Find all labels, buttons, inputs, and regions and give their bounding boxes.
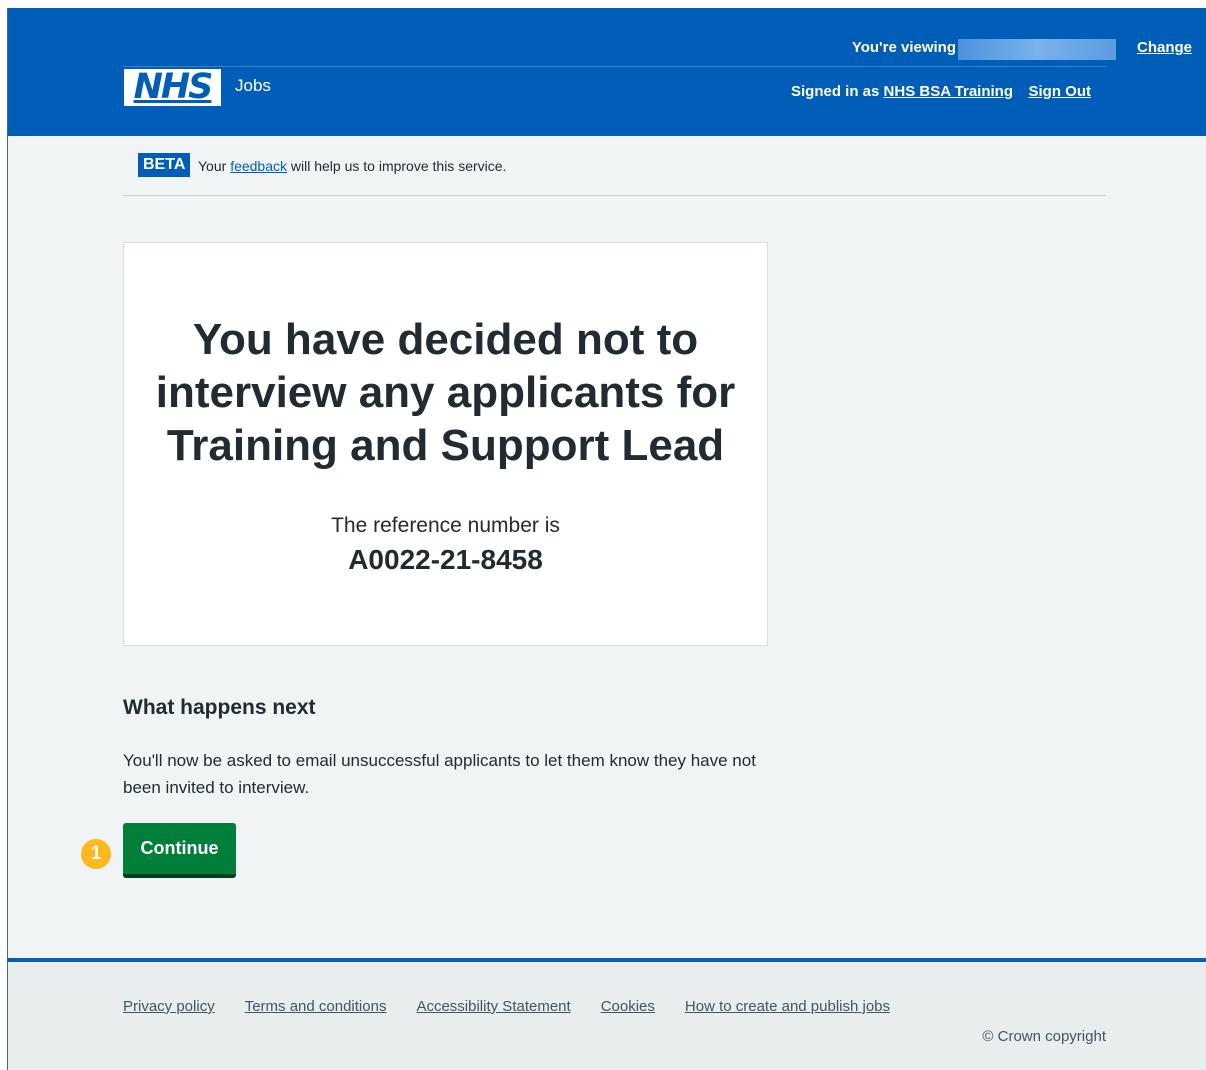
beta-suffix: will help us to improve this service.	[290, 158, 507, 174]
site-header: You're viewing Change NHS Jobs Signed in…	[8, 8, 1206, 136]
next-steps-text: You'll now be asked to email unsuccessfu…	[123, 751, 756, 797]
footer-links: Privacy policy Terms and conditions Acce…	[123, 998, 890, 1015]
nhs-logo[interactable]: NHS	[124, 69, 221, 106]
feedback-link[interactable]: feedback	[230, 158, 287, 174]
copyright-notice: © Crown copyright	[982, 1028, 1106, 1045]
reference-number: A0022-21-8458	[348, 544, 543, 575]
beta-message: Your feedback will help us to improve th…	[198, 158, 506, 174]
next-steps-heading: What happens next	[123, 696, 316, 719]
cookies-link[interactable]: Cookies	[601, 998, 655, 1015]
signed-in-user-link[interactable]: NHS BSA Training	[884, 83, 1013, 100]
terms-link[interactable]: Terms and conditions	[245, 998, 387, 1015]
sign-out-link[interactable]: Sign Out	[1029, 83, 1092, 100]
beta-banner: BETA Your feedback will help us to impro…	[123, 136, 1106, 196]
continue-button[interactable]: Continue	[123, 823, 236, 878]
signed-in-status: Signed in as NHS BSA Training	[791, 83, 1013, 100]
confirmation-panel: You have decided not to interview any ap…	[123, 242, 768, 646]
reference-label: The reference number is	[331, 514, 560, 537]
beta-tag: BETA	[138, 153, 191, 177]
page-title: You have decided not to interview any ap…	[155, 315, 736, 470]
how-to-publish-jobs-link[interactable]: How to create and publish jobs	[685, 998, 890, 1015]
signed-in-prefix: Signed in as	[791, 83, 880, 100]
accessibility-statement-link[interactable]: Accessibility Statement	[416, 998, 570, 1015]
beta-prefix: Your	[198, 158, 227, 174]
service-name: Jobs	[235, 76, 271, 95]
viewing-label: You're viewing	[851, 39, 956, 56]
step-marker-badge: 1	[81, 839, 111, 869]
page-frame: You're viewing Change NHS Jobs Signed in…	[8, 8, 1206, 1070]
change-organisation-link[interactable]: Change	[1137, 39, 1192, 56]
site-footer: Privacy policy Terms and conditions Acce…	[8, 958, 1206, 1070]
privacy-policy-link[interactable]: Privacy policy	[123, 998, 215, 1015]
redacted-organisation	[958, 39, 1116, 60]
